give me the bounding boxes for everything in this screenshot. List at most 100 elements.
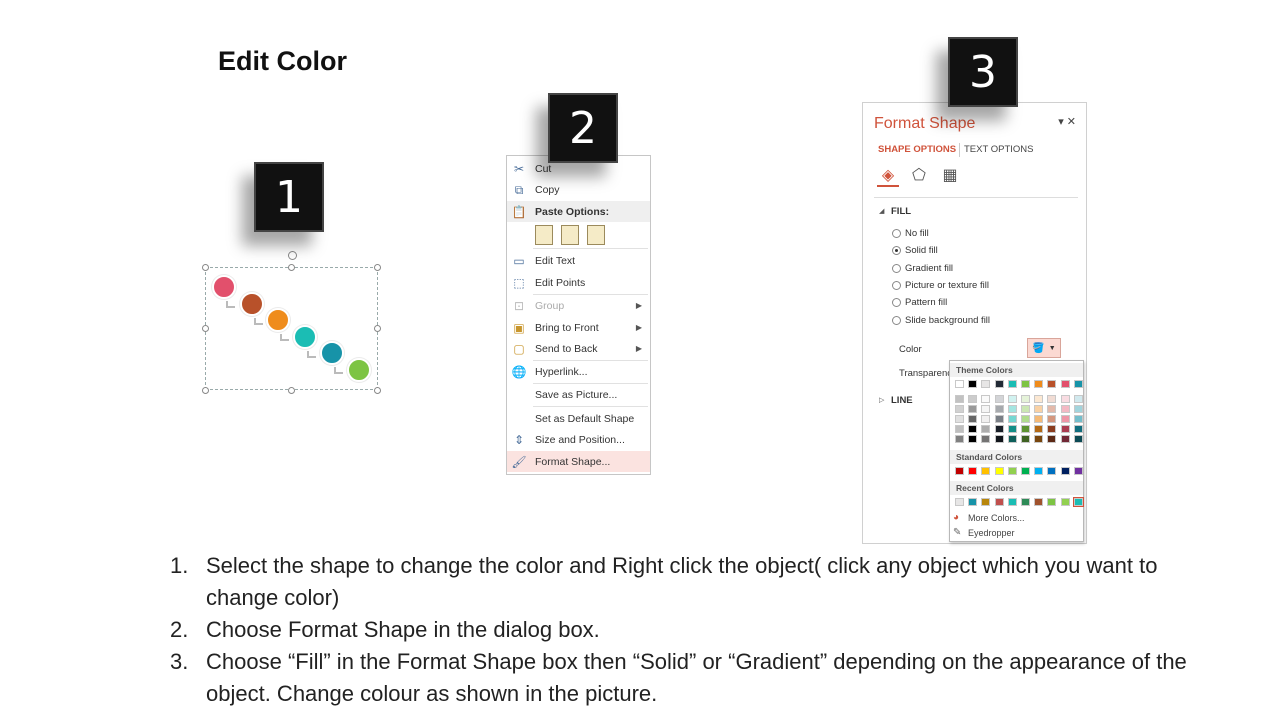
- theme-color-swatch[interactable]: [968, 415, 978, 423]
- menu-item-bring-to-front[interactable]: ▣ Bring to Front ▶: [507, 317, 650, 338]
- theme-color-swatch[interactable]: [1073, 395, 1083, 403]
- menu-item-format-shape[interactable]: 🖌 Format Shape...: [507, 451, 650, 472]
- recent-color-swatch[interactable]: [955, 498, 964, 506]
- theme-color-swatch[interactable]: [994, 435, 1004, 443]
- theme-color-swatch[interactable]: [1021, 415, 1030, 423]
- recent-color-swatch[interactable]: [1060, 498, 1070, 506]
- recent-color-swatch[interactable]: [994, 498, 1004, 506]
- theme-color-swatch[interactable]: [1073, 380, 1083, 388]
- theme-color-swatch[interactable]: [1073, 435, 1083, 443]
- eyedropper-item[interactable]: Eyedropper: [968, 528, 1015, 538]
- recent-color-swatch[interactable]: [1047, 498, 1057, 506]
- theme-color-swatch[interactable]: [1047, 405, 1057, 413]
- theme-color-swatch[interactable]: [1034, 380, 1044, 388]
- theme-color-swatch[interactable]: [1047, 395, 1057, 403]
- circle-shape[interactable]: [266, 308, 290, 332]
- menu-item-size-and-position[interactable]: ⇕ Size and Position...: [507, 429, 650, 450]
- theme-color-swatch[interactable]: [1060, 425, 1070, 433]
- resize-handle[interactable]: [374, 387, 381, 394]
- theme-color-swatch[interactable]: [1021, 435, 1030, 443]
- theme-color-swatch[interactable]: [968, 395, 978, 403]
- standard-color-swatch[interactable]: [1073, 467, 1083, 475]
- theme-color-swatch[interactable]: [1073, 425, 1083, 433]
- menu-item-send-to-back[interactable]: ▢ Send to Back ▶: [507, 338, 650, 359]
- theme-color-swatch[interactable]: [1073, 405, 1083, 413]
- line-section-header[interactable]: LINE: [891, 395, 913, 406]
- menu-item-group[interactable]: ⊡ Group ▶: [507, 295, 650, 316]
- standard-color-swatch[interactable]: [1021, 467, 1030, 475]
- tab-shape-options[interactable]: SHAPE OPTIONS: [878, 144, 956, 155]
- recent-color-swatch[interactable]: [1072, 497, 1084, 507]
- theme-color-swatch[interactable]: [1007, 395, 1017, 403]
- menu-item-edit-points[interactable]: ⬚ Edit Points: [507, 272, 650, 293]
- theme-color-swatch[interactable]: [968, 405, 978, 413]
- radio-pattern-fill[interactable]: [892, 298, 901, 307]
- theme-color-swatch[interactable]: [994, 415, 1004, 423]
- more-colors-item[interactable]: More Colors...: [968, 513, 1025, 523]
- theme-color-swatch[interactable]: [955, 425, 964, 433]
- theme-color-swatch[interactable]: [1060, 405, 1070, 413]
- theme-color-swatch[interactable]: [994, 425, 1004, 433]
- theme-color-swatch[interactable]: [981, 405, 991, 413]
- theme-color-swatch[interactable]: [1007, 415, 1017, 423]
- radio-slide-background-fill[interactable]: [892, 316, 901, 325]
- theme-color-swatch[interactable]: [1021, 395, 1030, 403]
- theme-color-swatch[interactable]: [1047, 415, 1057, 423]
- theme-color-swatch[interactable]: [1060, 435, 1070, 443]
- standard-color-swatch[interactable]: [968, 467, 978, 475]
- theme-color-swatch[interactable]: [955, 380, 964, 388]
- theme-color-swatch[interactable]: [1034, 395, 1044, 403]
- recent-color-swatch[interactable]: [981, 498, 991, 506]
- circle-shape[interactable]: [347, 358, 371, 382]
- theme-color-swatch[interactable]: [981, 395, 991, 403]
- circle-shape[interactable]: [320, 341, 344, 365]
- radio-solid-fill[interactable]: [892, 246, 901, 255]
- recent-color-swatch[interactable]: [1034, 498, 1044, 506]
- theme-color-swatch[interactable]: [1034, 415, 1044, 423]
- menu-item-save-as-picture[interactable]: Save as Picture...: [507, 384, 650, 405]
- paste-keep-format-icon[interactable]: [535, 225, 553, 245]
- theme-color-swatch[interactable]: [994, 380, 1004, 388]
- theme-color-swatch[interactable]: [1047, 380, 1057, 388]
- theme-color-swatch[interactable]: [1007, 405, 1017, 413]
- theme-color-swatch[interactable]: [981, 415, 991, 423]
- expand-triangle-icon[interactable]: ▷: [879, 396, 884, 404]
- theme-color-swatch[interactable]: [1034, 425, 1044, 433]
- resize-handle[interactable]: [374, 325, 381, 332]
- resize-handle[interactable]: [202, 264, 209, 271]
- effects-pentagon-icon[interactable]: ⬠: [908, 165, 930, 187]
- theme-color-swatch[interactable]: [1021, 425, 1030, 433]
- standard-color-swatch[interactable]: [994, 467, 1004, 475]
- theme-color-swatch[interactable]: [1060, 415, 1070, 423]
- size-properties-icon[interactable]: ▦: [939, 165, 961, 187]
- theme-color-swatch[interactable]: [1047, 435, 1057, 443]
- theme-color-swatch[interactable]: [1007, 435, 1017, 443]
- recent-color-swatch[interactable]: [1021, 498, 1030, 506]
- fill-line-icon[interactable]: ◈: [877, 165, 899, 187]
- collapse-triangle-icon[interactable]: ◢: [879, 207, 884, 215]
- recent-color-swatch[interactable]: [968, 498, 978, 506]
- menu-item-hyperlink[interactable]: 🌐 Hyperlink...: [507, 361, 650, 382]
- resize-handle[interactable]: [374, 264, 381, 271]
- theme-color-swatch[interactable]: [955, 415, 964, 423]
- theme-color-swatch[interactable]: [955, 395, 964, 403]
- theme-color-swatch[interactable]: [994, 395, 1004, 403]
- radio-picture-fill[interactable]: [892, 281, 901, 290]
- resize-handle[interactable]: [288, 387, 295, 394]
- theme-color-swatch[interactable]: [1007, 425, 1017, 433]
- theme-color-swatch[interactable]: [1060, 380, 1070, 388]
- theme-color-swatch[interactable]: [981, 380, 991, 388]
- standard-color-swatch[interactable]: [1034, 467, 1044, 475]
- menu-item-edit-text[interactable]: ▭ Edit Text: [507, 250, 650, 271]
- circle-shape[interactable]: [212, 275, 236, 299]
- theme-color-swatch[interactable]: [1034, 435, 1044, 443]
- resize-handle[interactable]: [202, 325, 209, 332]
- theme-color-swatch[interactable]: [1060, 395, 1070, 403]
- recent-color-swatch[interactable]: [1007, 498, 1017, 506]
- paste-picture-icon[interactable]: [587, 225, 605, 245]
- pane-controls[interactable]: ▾ ✕: [1058, 115, 1076, 128]
- fill-color-button[interactable]: 🪣 ▼: [1027, 338, 1061, 358]
- tab-text-options[interactable]: TEXT OPTIONS: [964, 144, 1034, 155]
- theme-color-swatch[interactable]: [1021, 405, 1030, 413]
- radio-no-fill[interactable]: [892, 229, 901, 238]
